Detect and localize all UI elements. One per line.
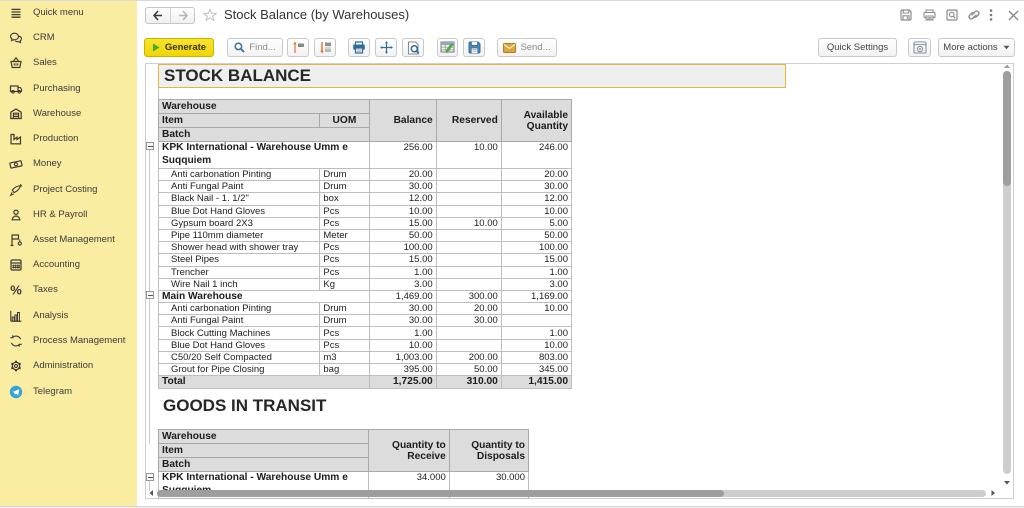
svg-text:%: % xyxy=(10,283,22,297)
